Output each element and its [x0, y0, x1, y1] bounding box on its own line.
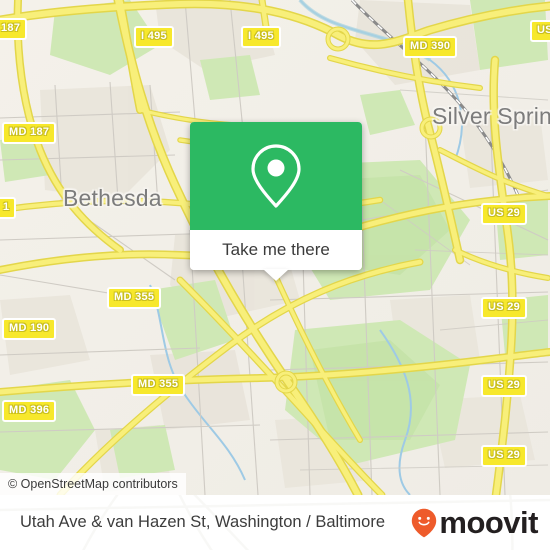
- shield-i-495-east[interactable]: I 495: [241, 26, 281, 48]
- take-me-there-label: Take me there: [222, 240, 330, 259]
- shield-us-29-a[interactable]: US 29: [481, 203, 528, 225]
- popup-tail: [263, 269, 289, 281]
- footer-bar: Utah Ave & van Hazen St, Washington / Ba…: [0, 495, 550, 550]
- shield-md-355-b[interactable]: MD 355: [131, 374, 186, 396]
- moovit-map-screenshot: Bethesda Silver Spring 187 I 495 I 495 M…: [0, 0, 550, 550]
- footer-content: Utah Ave & van Hazen St, Washington / Ba…: [0, 495, 550, 550]
- shield-md-390[interactable]: MD 390: [403, 36, 458, 58]
- moovit-pin-icon: [412, 508, 437, 537]
- moovit-wordmark: moovit: [439, 505, 538, 540]
- place-label-silver-spring: Silver Spring: [432, 103, 550, 129]
- shield-md-187-top-clipped[interactable]: 187: [0, 18, 28, 40]
- map-pin-icon: [251, 144, 301, 208]
- shield-us-29-b[interactable]: US 29: [481, 297, 528, 319]
- shield-md-187[interactable]: MD 187: [2, 122, 57, 144]
- shield-md-355-a[interactable]: MD 355: [107, 287, 162, 309]
- footer-address-label: Utah Ave & van Hazen St, Washington / Ba…: [20, 513, 386, 531]
- shield-us-29-c[interactable]: US 29: [481, 375, 528, 397]
- shield-us-29-d[interactable]: US 29: [481, 445, 528, 467]
- shield-us-29-top-clipped[interactable]: US 29: [530, 20, 550, 42]
- map-attribution[interactable]: © OpenStreetMap contributors: [0, 473, 186, 495]
- shield-left-clipped[interactable]: 1: [0, 197, 17, 219]
- shield-i-495-west[interactable]: I 495: [134, 26, 174, 48]
- shield-md-396[interactable]: MD 396: [2, 400, 57, 422]
- map-viewport[interactable]: Bethesda Silver Spring 187 I 495 I 495 M…: [0, 0, 550, 495]
- location-popup-card[interactable]: Take me there: [190, 122, 362, 281]
- shield-md-190[interactable]: MD 190: [2, 318, 57, 340]
- place-label-bethesda: Bethesda: [63, 185, 162, 211]
- popup-icon-area: [190, 122, 362, 230]
- moovit-logo[interactable]: moovit: [411, 507, 538, 538]
- popup-action-area[interactable]: Take me there: [190, 230, 362, 281]
